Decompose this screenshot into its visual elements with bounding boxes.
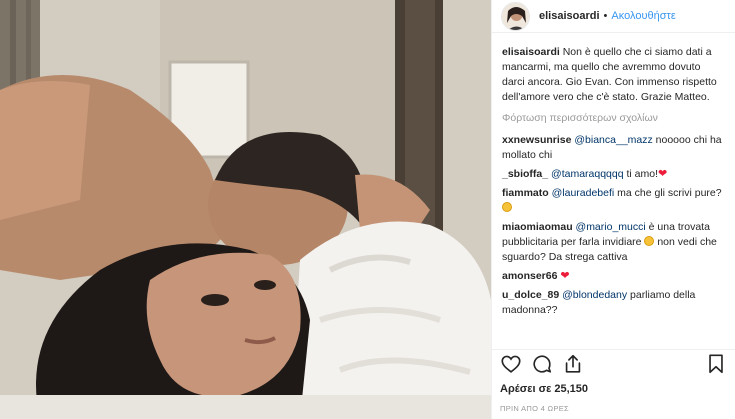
list-item: fiammato @lauradebefi ma che gli scrivi … [502, 186, 725, 216]
avatar[interactable] [501, 1, 530, 31]
list-item: _sbioffa_ @tamaraqqqqq ti amo!❤ [502, 167, 725, 182]
post-actions-bar [492, 349, 735, 377]
comment-username[interactable]: xxnewsunrise [502, 134, 571, 146]
comment-icon[interactable] [531, 353, 553, 375]
comment-text: ti amo! [623, 168, 659, 180]
load-more-comments-link[interactable]: Φόρτωση περισσότερων σχολίων [502, 111, 725, 126]
follow-button[interactable]: Ακολουθήστε [611, 10, 675, 22]
post-side-panel: elisaisoardi • Ακολουθήστε elisaisoardi … [491, 0, 735, 419]
bookmark-icon[interactable] [705, 353, 727, 375]
comment-username[interactable]: fiammato [502, 187, 549, 199]
list-item: xxnewsunrise @bianca__mazz nooooo chi ha… [502, 133, 725, 163]
heart-icon[interactable] [500, 353, 522, 375]
comment-text: ma che gli scrivi pure? [614, 187, 722, 199]
comment-mention[interactable]: @tamaraqqqqq [551, 168, 624, 180]
red-heart-icon: ❤ [658, 168, 668, 180]
header-username[interactable]: elisaisoardi [539, 10, 600, 22]
comment-username[interactable]: u_dolce_89 [502, 289, 559, 301]
caption-username[interactable]: elisaisoardi [502, 46, 560, 58]
comment-mention[interactable]: @bianca__mazz [574, 134, 652, 146]
comment-username[interactable]: miaomiaomau [502, 221, 573, 233]
comment-mention[interactable]: @blondedany [562, 289, 627, 301]
caption: elisaisoardi Non è quello che ci siamo d… [502, 45, 725, 105]
list-item: amonser66 ❤ [502, 269, 725, 284]
comments-list: elisaisoardi Non è quello che ci siamo d… [492, 33, 735, 318]
list-item: miaomiaomau @mario_mucci è una trovata p… [502, 220, 725, 265]
list-item: u_dolce_89 @blondedany parliamo della ma… [502, 288, 725, 318]
comment-mention[interactable]: @mario_mucci [576, 221, 646, 233]
red-heart-icon: ❤ [560, 270, 570, 282]
laughing-face-icon [644, 236, 655, 246]
post-header: elisaisoardi • Ακολουθήστε [492, 0, 735, 33]
photo-illustration [0, 0, 491, 419]
post-timestamp[interactable]: ΠΡΙΝ ΑΠΟ 4 ΩΡΕΣ [500, 404, 569, 413]
comment-username[interactable]: _sbioffa_ [502, 168, 548, 180]
laughing-face-icon [502, 202, 512, 212]
header-separator: • [603, 10, 608, 22]
post-photo[interactable] [0, 0, 491, 419]
likes-count[interactable]: Αρέσει σε 25,150 [500, 383, 588, 395]
comment-mention[interactable]: @lauradebefi [552, 187, 615, 199]
comment-username[interactable]: amonser66 [502, 270, 557, 282]
share-icon[interactable] [562, 353, 584, 375]
